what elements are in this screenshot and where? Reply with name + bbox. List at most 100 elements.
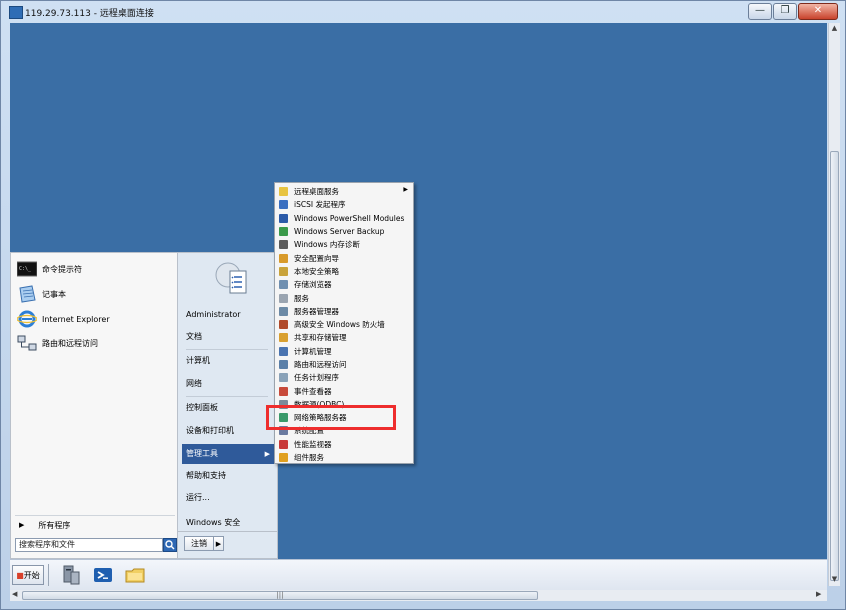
right-arrow-icon: ▶: [264, 450, 270, 458]
run-link[interactable]: 运行...: [182, 488, 274, 508]
start-button[interactable]: ■开始: [12, 565, 44, 585]
tool-icon: [279, 227, 288, 237]
title-bar[interactable]: 119.29.73.113 - 远程桌面连接 — ❐ ✕: [1, 1, 845, 23]
taskbar: ■开始: [10, 559, 827, 590]
admin-tool-label: 存储浏览器: [294, 280, 332, 290]
scroll-down-icon[interactable]: ▼: [830, 575, 839, 585]
windows-security-link[interactable]: Windows 安全: [182, 513, 274, 533]
logoff-options-arrow-icon[interactable]: ▶: [214, 536, 224, 551]
horizontal-scroll-thumb[interactable]: |||: [22, 591, 538, 600]
admin-tool-item[interactable]: 本地安全策略: [275, 265, 413, 278]
admin-tool-label: iSCSI 发起程序: [294, 200, 346, 210]
file-explorer-icon[interactable]: [124, 564, 146, 586]
admin-tool-item[interactable]: 事件查看器: [275, 384, 413, 397]
documents-link[interactable]: 文档: [182, 327, 274, 347]
windows-logo-icon: ■: [16, 571, 24, 580]
scroll-left-icon[interactable]: ◀: [12, 590, 17, 598]
admin-tool-label: 路由和远程访问: [294, 360, 347, 369]
search-input[interactable]: 搜索程序和文件: [15, 538, 163, 552]
tool-icon: [279, 320, 288, 330]
tool-icon: [279, 200, 288, 210]
restore-button[interactable]: ❐: [773, 3, 797, 20]
admin-tool-item[interactable]: 服务器管理器: [275, 305, 413, 318]
tool-icon: [279, 253, 288, 263]
control-panel-link[interactable]: 控制面板: [182, 398, 274, 418]
tool-icon: [279, 360, 288, 369]
start-menu-right-pane: Administrator 文档 计算机 网络 控制面板 设备和打印机 管理工具…: [178, 252, 278, 532]
devices-printers-link[interactable]: 设备和打印机: [182, 421, 274, 441]
admin-tool-item[interactable]: 组件服务: [275, 451, 413, 464]
scroll-right-icon[interactable]: ▶: [816, 590, 821, 598]
network-link[interactable]: 网络: [182, 374, 274, 394]
pinned-item-routing[interactable]: 路由和远程访问: [17, 333, 173, 353]
admin-tools-link[interactable]: 管理工具 ▶: [182, 444, 274, 464]
scroll-up-icon[interactable]: ▲: [830, 24, 839, 34]
tool-icon: [279, 373, 288, 383]
admin-tool-label: Windows Server Backup: [294, 227, 385, 237]
notepad-icon: [19, 285, 36, 303]
admin-tool-label: 本地安全策略: [294, 266, 339, 276]
tool-icon: [279, 280, 288, 290]
tool-icon: [279, 293, 288, 303]
admin-tool-item[interactable]: 远程桌面服务 ▶: [275, 185, 413, 198]
remote-desktop-icon: [9, 6, 23, 19]
admin-tool-item[interactable]: 共享和存储管理: [275, 331, 413, 344]
admin-tool-label: Windows 内存诊断: [294, 240, 360, 250]
tool-icon: [279, 240, 288, 250]
logoff-button[interactable]: 注销: [184, 536, 214, 551]
svg-text:C:\_: C:\_: [19, 266, 32, 272]
admin-tool-label: 服务: [294, 293, 309, 303]
admin-tool-label: 高级安全 Windows 防火墙: [294, 320, 385, 330]
admin-tool-item[interactable]: 任务计划程序: [275, 371, 413, 384]
admin-tool-label: 任务计划程序: [294, 373, 339, 383]
admin-tool-item[interactable]: 高级安全 Windows 防火墙: [275, 318, 413, 331]
right-arrow-icon: ▶: [19, 521, 25, 529]
tool-icon: [279, 266, 288, 276]
admin-tool-item[interactable]: 性能监视器: [275, 438, 413, 451]
admin-tool-item[interactable]: Windows Server Backup: [275, 225, 413, 238]
user-name[interactable]: Administrator: [182, 305, 274, 325]
admin-tool-label: 服务器管理器: [294, 306, 339, 316]
admin-tool-label: 性能监视器: [294, 439, 332, 449]
tool-icon: [279, 187, 288, 197]
pinned-item-cmd[interactable]: C:\_ 命令提示符: [17, 259, 173, 279]
highlight-box: [266, 405, 396, 430]
admin-tool-item[interactable]: 服务: [275, 291, 413, 304]
admin-tool-label: 计算机管理: [294, 346, 332, 356]
admin-tool-label: 事件查看器: [294, 386, 332, 396]
pinned-item-notepad[interactable]: 记事本: [17, 284, 173, 304]
admin-tool-item[interactable]: iSCSI 发起程序: [275, 198, 413, 211]
pinned-item-ie[interactable]: Internet Explorer: [17, 309, 173, 329]
start-menu: C:\_ 命令提示符 记事本 Internet Explorer 路由和远程访问…: [10, 252, 278, 559]
admin-tool-item[interactable]: Windows PowerShell Modules: [275, 212, 413, 225]
menu-separator: [186, 349, 268, 350]
cmd-icon: C:\_: [17, 261, 37, 277]
admin-tool-label: 安全配置向导: [294, 253, 339, 263]
admin-tool-label: 组件服务: [294, 453, 324, 463]
powershell-icon[interactable]: [92, 564, 114, 586]
admin-tool-item[interactable]: Windows 内存诊断: [275, 238, 413, 251]
help-support-link[interactable]: 帮助和支持: [182, 466, 274, 486]
start-menu-power-area: 注销 ▶: [178, 532, 278, 559]
search-icon[interactable]: [163, 538, 177, 552]
remote-desktop-window: 119.29.73.113 - 远程桌面连接 — ❐ ✕ ▲ ▼ ◀ ||| ▶…: [0, 0, 846, 610]
admin-tool-item[interactable]: 计算机管理: [275, 345, 413, 358]
admin-tool-item[interactable]: 路由和远程访问: [275, 358, 413, 371]
menu-separator: [186, 396, 268, 397]
horizontal-scrollbar[interactable]: ◀ ||| ▶: [10, 589, 827, 601]
tool-icon: [279, 306, 288, 316]
admin-tool-label: 远程桌面服务: [294, 187, 339, 197]
vertical-scroll-thumb[interactable]: [830, 151, 839, 581]
server-manager-icon[interactable]: [60, 564, 82, 586]
close-button[interactable]: ✕: [798, 3, 838, 20]
computer-link[interactable]: 计算机: [182, 351, 274, 371]
ie-icon: [17, 310, 37, 328]
admin-tool-item[interactable]: 安全配置向导: [275, 251, 413, 264]
vertical-scrollbar[interactable]: ▲ ▼: [828, 23, 840, 586]
all-programs[interactable]: ▶ 所有程序: [15, 515, 175, 534]
admin-tool-item[interactable]: 存储浏览器: [275, 278, 413, 291]
minimize-button[interactable]: —: [748, 3, 772, 20]
user-picture-icon: [215, 262, 247, 294]
tool-icon: [279, 453, 288, 463]
window-title: 119.29.73.113 - 远程桌面连接: [25, 9, 154, 19]
